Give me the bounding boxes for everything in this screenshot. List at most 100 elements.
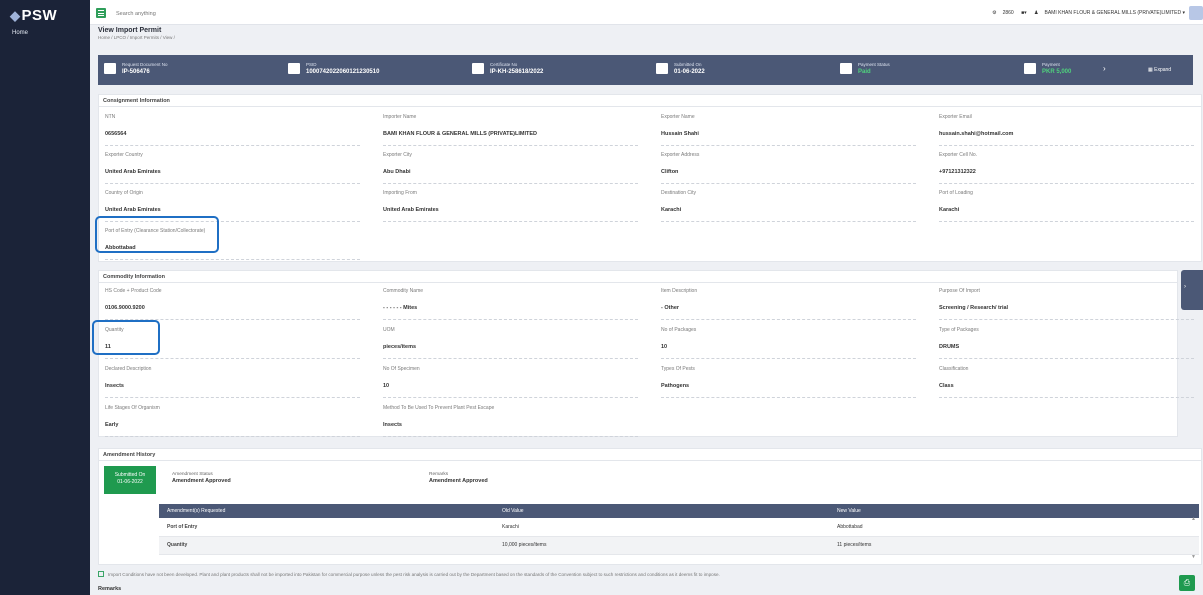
field-port-of-loading: Port of Loading Karachi bbox=[939, 184, 1194, 222]
field-label: Commodity Name bbox=[383, 288, 424, 294]
amendment-status: Amendment Status Amendment Approved bbox=[172, 472, 231, 484]
field-exporter-address: Exporter Address Clifton bbox=[661, 146, 916, 184]
table-row: Quantity 10,000 pieces/items 11 pieces/ite… bbox=[159, 536, 1199, 555]
field-label: Method To Be Used To Prevent Plant Pest … bbox=[383, 405, 495, 411]
wallet-icon bbox=[840, 63, 852, 74]
field-hs-code-product-code: HS Code + Product Code 0106.9000.9200 bbox=[105, 282, 360, 320]
field-exporter-city: Exporter City Abu Dhabi bbox=[383, 146, 638, 184]
user-icon: ♟ bbox=[1034, 10, 1039, 16]
user-name[interactable]: BAMI KHAN FLOUR & GENERAL MILLS (PRIVATE… bbox=[1045, 10, 1186, 16]
menu-icon[interactable] bbox=[96, 8, 106, 18]
field-label: NTN bbox=[105, 114, 116, 120]
field-item-description: Item Description - Other bbox=[661, 282, 916, 320]
field-label: Types Of Pests bbox=[661, 366, 695, 372]
field-label: Exporter Cell No. bbox=[939, 152, 978, 158]
field-value: Screening / Research/ trial bbox=[939, 305, 1009, 311]
field-label: Destination City bbox=[661, 190, 697, 196]
field-label: Importer Name bbox=[383, 114, 417, 120]
field-label: Country of Origin bbox=[105, 190, 143, 196]
field-label: No Of Specimen bbox=[383, 366, 420, 372]
money-icon bbox=[1024, 63, 1036, 74]
field-commodity-name: Commodity Name - - - - - - Mites bbox=[383, 282, 638, 320]
sidebar-item-home[interactable]: Home bbox=[12, 30, 28, 36]
field-value: United Arab Emirates bbox=[383, 207, 439, 213]
submitted-badge: Submitted On 01-06-2022 bbox=[104, 466, 156, 494]
field-label: Port of Loading bbox=[939, 190, 973, 196]
search-input[interactable] bbox=[116, 9, 376, 19]
field-label: Purpose Of Import bbox=[939, 288, 980, 294]
table-scrollbar[interactable]: ▲ ▼ bbox=[1191, 511, 1198, 566]
field-value: DRUMS bbox=[939, 344, 960, 350]
field-classification: Classification Class bbox=[939, 360, 1194, 398]
field-value: pieces/items bbox=[383, 344, 417, 350]
field-value: United Arab Emirates bbox=[105, 207, 161, 213]
consignment-title: Consignment Information bbox=[99, 95, 1201, 107]
field-label: Importing From bbox=[383, 190, 417, 196]
field-value: hussain.shahi@hotmail.com bbox=[939, 131, 1014, 137]
field-destination-city: Destination City Karachi bbox=[661, 184, 916, 222]
field-purpose-of-import: Purpose Of Import Screening / Research/ t… bbox=[939, 282, 1194, 320]
field-label: Life Stages Of Organism bbox=[105, 405, 160, 411]
amendment-table: Amendment(s) Requested Old Value New Val… bbox=[159, 504, 1199, 555]
side-panel-toggle[interactable]: › bbox=[1181, 270, 1203, 310]
field-value: Early bbox=[105, 422, 119, 428]
column-header: Amendment(s) Requested bbox=[159, 504, 494, 518]
field-ntn: NTN 0656564 bbox=[105, 108, 360, 146]
chevron-up-icon[interactable]: ▲ bbox=[1191, 516, 1196, 522]
field-life-stages-of-organism: Life Stages Of Organism Early bbox=[105, 399, 360, 437]
field-label: Classification bbox=[939, 366, 969, 372]
column-header: New Value bbox=[829, 504, 1199, 518]
import-conditions: Import Conditions have not been develope… bbox=[98, 571, 720, 577]
cart-icon[interactable]: ■▾ bbox=[1021, 10, 1027, 16]
field-value: 0106.9000.9200 bbox=[105, 305, 145, 311]
field-value: - Other bbox=[661, 305, 680, 311]
print-button[interactable]: ⎙ bbox=[1179, 575, 1195, 591]
field-exporter-country: Exporter Country United Arab Emirates bbox=[105, 146, 360, 184]
field-label: Exporter Name bbox=[661, 114, 695, 120]
field-value: United Arab Emirates bbox=[105, 169, 161, 175]
amendment-remarks: Remarks Amendment Approved bbox=[429, 472, 488, 484]
conditions-checkbox[interactable] bbox=[98, 571, 104, 577]
field-label: HS Code + Product Code bbox=[105, 288, 162, 294]
calendar-icon bbox=[656, 63, 668, 74]
field-value: - - - - - - Mites bbox=[383, 305, 418, 311]
field-type-of-packages: Type of Packages DRUMS bbox=[939, 321, 1194, 359]
field-no-of-specimen: No Of Specimen 10 bbox=[383, 360, 638, 398]
field-value: Clifton bbox=[661, 169, 679, 175]
amendment-card: Amendment History Submitted On 01-06-2022… bbox=[98, 448, 1202, 565]
summary-strip: Request Document No IP-506476 PSID 1000742… bbox=[98, 55, 1193, 85]
highlight-quantity bbox=[92, 320, 160, 355]
field-label: Type of Packages bbox=[939, 327, 979, 333]
field-types-of-pests: Types Of Pests Pathogens bbox=[661, 360, 916, 398]
field-value: Abu Dhabi bbox=[383, 169, 411, 175]
field-value: 0656564 bbox=[105, 131, 127, 137]
user-menu[interactable]: ⚙ 2860 ■▾ ♟ BAMI KHAN FLOUR & GENERAL MILL… bbox=[986, 10, 1185, 16]
chevron-right-icon[interactable]: › bbox=[1103, 64, 1106, 73]
psw-logo[interactable]: ◆PSW bbox=[10, 7, 57, 24]
points-icon: ⚙ bbox=[992, 10, 997, 16]
field-exporter-cell-no: Exporter Cell No. +97121312322 bbox=[939, 146, 1194, 184]
page-title: View Import Permit bbox=[98, 27, 162, 34]
chevron-down-icon[interactable]: ▼ bbox=[1191, 554, 1196, 560]
top-bar: ⚙ 2860 ■▾ ♟ BAMI KHAN FLOUR & GENERAL MILL… bbox=[90, 0, 1203, 25]
field-value: 10 bbox=[383, 383, 390, 389]
sidebar: ◆PSW Home bbox=[0, 0, 90, 595]
breadcrumb[interactable]: Home / LPCO / Import Permits / View / bbox=[98, 35, 175, 40]
highlight-port-of-entry bbox=[95, 216, 219, 253]
field-label: UOM bbox=[383, 327, 395, 333]
chevron-right-icon: › bbox=[1184, 284, 1186, 290]
avatar[interactable] bbox=[1189, 6, 1203, 20]
consignment-card: Consignment Information NTN 0656564 Import… bbox=[98, 94, 1202, 262]
field-value: Pathogens bbox=[661, 383, 690, 389]
page-header: View Import Permit Home / LPCO / Import … bbox=[98, 27, 175, 40]
field-no-of-packages: No of Packages 10 bbox=[661, 321, 916, 359]
expand-button[interactable]: ▦ Expand bbox=[1148, 67, 1171, 73]
field-value: Class bbox=[939, 383, 954, 389]
field-label: Item Description bbox=[661, 288, 698, 294]
amendment-title: Amendment History bbox=[99, 449, 1201, 461]
field-label: Exporter City bbox=[383, 152, 412, 158]
field-value: Karachi bbox=[661, 207, 682, 213]
field-uom: UOM pieces/items bbox=[383, 321, 638, 359]
field-value: BAMI KHAN FLOUR & GENERAL MILLS (PRIVATE… bbox=[383, 131, 537, 137]
column-header: Old Value bbox=[494, 504, 829, 518]
